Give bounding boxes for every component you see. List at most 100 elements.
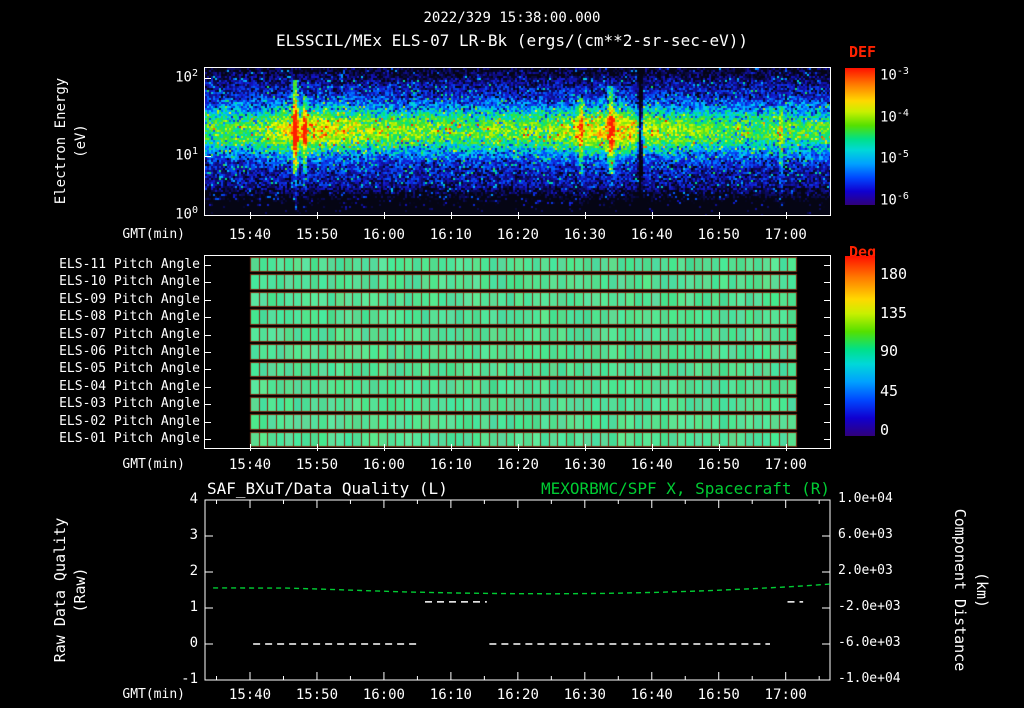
deg-colorbar-tick-label: 135 (880, 304, 940, 322)
pitch-row-tick-mark (824, 300, 830, 301)
x-tick-label: 15:40 (217, 227, 283, 243)
pitch-row-label: ELS-01 Pitch Angle (40, 431, 200, 446)
x-tick-label: 16:30 (552, 457, 618, 473)
x-tick-mark (786, 444, 787, 451)
pitch-row-tick-mark (205, 369, 211, 370)
energy-tick-mark (205, 215, 211, 216)
x-tick-mark (451, 212, 452, 219)
x-tick-label: 16:00 (351, 687, 417, 703)
quality-tick-label: 4 (158, 491, 198, 507)
pitch-row-tick-mark (205, 422, 211, 423)
gmt-axis-label-2: GMT(min) (75, 457, 185, 472)
pitch-row-tick-mark (824, 404, 830, 405)
x-tick-mark (384, 444, 385, 451)
pitch-row-tick-mark (824, 265, 830, 266)
electron-energy-spectrogram (205, 68, 830, 215)
distance-tick-label: 2.0e+03 (838, 563, 922, 578)
pitch-angle-grid (205, 256, 830, 448)
bottom-right-ylabel: Component Distance (951, 480, 969, 700)
x-tick-label: 15:40 (217, 457, 283, 473)
x-tick-label: 16:50 (686, 227, 752, 243)
bottom-right-title: MEXORBMC/SPF X, Spacecraft (R) (430, 479, 830, 498)
quality-distance-chart (204, 499, 831, 681)
energy-tick-label: 102 (150, 68, 198, 86)
pitch-row-tick-mark (205, 404, 211, 405)
distance-tick-label: -6.0e+03 (838, 635, 922, 650)
x-tick-mark (719, 212, 720, 219)
x-tick-mark (384, 212, 385, 219)
quality-tick-label: 3 (158, 527, 198, 543)
x-tick-label: 16:40 (619, 687, 685, 703)
x-tick-label: 16:30 (552, 687, 618, 703)
x-tick-label: 15:50 (284, 687, 350, 703)
distance-tick-label: -2.0e+03 (838, 599, 922, 614)
x-tick-label: 15:40 (217, 687, 283, 703)
x-tick-mark (652, 444, 653, 451)
deg-colorbar-tick-label: 45 (880, 382, 940, 400)
x-tick-label: 17:00 (753, 227, 819, 243)
x-tick-label: 16:20 (485, 457, 551, 473)
distance-tick-label: 6.0e+03 (838, 527, 922, 542)
pitch-row-label: ELS-02 Pitch Angle (40, 414, 200, 429)
x-tick-label: 16:50 (686, 687, 752, 703)
x-tick-label: 16:50 (686, 457, 752, 473)
x-tick-mark (786, 212, 787, 219)
x-tick-mark (317, 444, 318, 451)
x-tick-mark (518, 444, 519, 451)
x-tick-label: 15:50 (284, 457, 350, 473)
x-tick-mark (451, 444, 452, 451)
spectrogram-ylabel-units: (eV) (72, 31, 90, 251)
pitch-row-label: ELS-08 Pitch Angle (40, 309, 200, 324)
x-tick-label: 16:00 (351, 227, 417, 243)
deg-colorbar-tick-label: 0 (880, 421, 940, 439)
bottom-left-title: SAF_BXuT/Data Quality (L) (207, 479, 448, 498)
deg-colorbar (845, 256, 875, 436)
energy-tick-mark (205, 156, 211, 157)
pitch-row-tick-mark (205, 352, 211, 353)
flux-colorbar-title: DEF (849, 43, 876, 61)
x-tick-mark (652, 212, 653, 219)
gmt-axis-label-3: GMT(min) (75, 687, 185, 702)
flux-colorbar-tick-label: 10-6 (880, 191, 940, 209)
x-tick-mark (585, 212, 586, 219)
distance-tick-label: 1.0e+04 (838, 491, 922, 506)
x-tick-mark (518, 212, 519, 219)
deg-colorbar-tick-label: 90 (880, 342, 940, 360)
flux-colorbar-tick-label: 10-5 (880, 149, 940, 167)
pitch-row-tick-mark (205, 265, 211, 266)
bottom-left-ylabel-units: (Raw) (71, 480, 89, 700)
pitch-row-tick-mark (205, 439, 211, 440)
x-tick-label: 16:20 (485, 227, 551, 243)
x-tick-mark (585, 444, 586, 451)
spacecraft-x-line (213, 584, 830, 594)
pitch-row-tick-mark (205, 335, 211, 336)
flux-colorbar-tick-label: 10-4 (880, 108, 940, 126)
energy-tick-label: 101 (150, 146, 198, 164)
quality-tick-label: 2 (158, 563, 198, 579)
x-tick-label: 16:10 (418, 687, 484, 703)
pitch-row-label: ELS-10 Pitch Angle (40, 274, 200, 289)
x-tick-label: 16:40 (619, 227, 685, 243)
x-tick-mark (317, 212, 318, 219)
pitch-row-tick-mark (824, 387, 830, 388)
bottom-right-ylabel-units: (km) (973, 480, 991, 700)
els-quicklook-plot-page: 2022/329 15:38:00.000 ELSSCIL/MEx ELS-07… (0, 0, 1024, 708)
x-tick-label: 17:00 (753, 687, 819, 703)
pitch-row-label: ELS-07 Pitch Angle (40, 327, 200, 342)
pitch-row-label: ELS-06 Pitch Angle (40, 344, 200, 359)
pitch-row-label: ELS-04 Pitch Angle (40, 379, 200, 394)
x-tick-label: 16:40 (619, 457, 685, 473)
x-tick-label: 16:10 (418, 227, 484, 243)
pitch-row-tick-mark (205, 300, 211, 301)
pitch-row-label: ELS-11 Pitch Angle (40, 257, 200, 272)
x-tick-label: 17:00 (753, 457, 819, 473)
x-tick-mark (250, 444, 251, 451)
pitch-row-tick-mark (205, 282, 211, 283)
quality-tick-label: -1 (158, 671, 198, 687)
pitch-row-tick-mark (824, 282, 830, 283)
x-tick-label: 16:00 (351, 457, 417, 473)
x-tick-label: 16:10 (418, 457, 484, 473)
pitch-row-label: ELS-09 Pitch Angle (40, 292, 200, 307)
pitch-row-tick-mark (824, 352, 830, 353)
x-tick-mark (250, 212, 251, 219)
